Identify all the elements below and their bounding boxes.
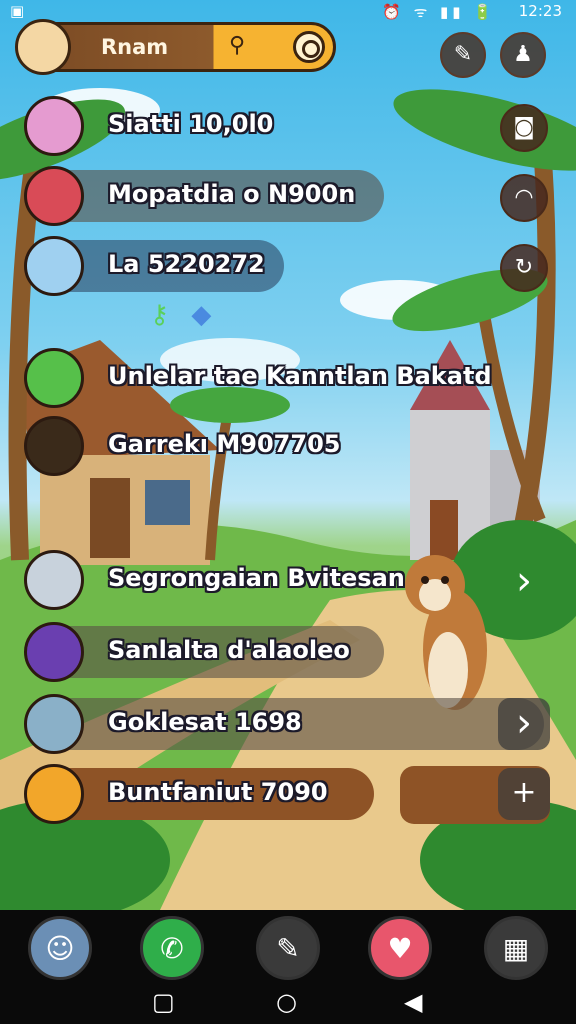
list-item[interactable]: Mopatdia o N900n [24, 166, 384, 226]
torch-icon[interactable]: ✎ [440, 32, 486, 78]
row-avatar [24, 236, 84, 296]
clock: 12:23 [518, 2, 562, 20]
list-item[interactable]: Goklesat 1698 [24, 694, 544, 754]
list-item[interactable]: Sanlalta d'alaoleo [24, 622, 384, 682]
row-avatar [24, 96, 84, 156]
row-label: Garrekı M907705 [108, 430, 341, 458]
player-name-bar[interactable]: Rnam ⚲ [15, 19, 336, 75]
pet-icon[interactable]: ♥ [368, 916, 432, 980]
chevron-right-icon[interactable]: › [498, 698, 550, 750]
row-label: Sanlalta d'alaoleo [108, 636, 350, 664]
row-label: Goklesat 1698 [108, 708, 302, 736]
player-avatar[interactable] [15, 19, 71, 75]
quest-markers: ⚷ ◆ [150, 300, 211, 330]
row-label: Segrongaian Bvitesan [108, 564, 405, 592]
plus-icon[interactable]: + [498, 768, 550, 820]
bottom-nav: ☺ ✆ ✎ ♥ ▦ ▢ ○ ◀ [0, 910, 576, 1024]
list-item[interactable]: Segrongaian Bvitesan [24, 550, 424, 610]
row-avatar [24, 550, 84, 610]
key-marker-icon: ⚷ [150, 300, 170, 330]
edit-icon[interactable]: ✎ [256, 916, 320, 980]
grid-icon[interactable]: ▦ [484, 916, 548, 980]
row-avatar [24, 694, 84, 754]
profile-icon[interactable]: ♟ [500, 32, 546, 78]
row-avatar [24, 166, 84, 226]
home-button[interactable]: ○ [276, 988, 297, 1016]
avatar-icon[interactable]: ☺ [28, 916, 92, 980]
row-label: Siatti 10,0l0 [108, 110, 274, 138]
gem-marker-icon: ◆ [191, 300, 212, 330]
ring-icon[interactable] [293, 31, 325, 63]
key-icon: ⚲ [229, 33, 246, 58]
portal-icon[interactable]: ◠ [500, 174, 548, 222]
row-label: Buntfaniut 7090 [108, 778, 328, 806]
row-avatar [24, 416, 84, 476]
row-avatar [24, 622, 84, 682]
status-bar: ▣ ⏰ ᯤ ▮▮ 🔋 12:23 [0, 0, 576, 24]
sim-icon: ▣ [10, 2, 25, 20]
back-button[interactable]: ◀ [404, 988, 422, 1016]
row-label: Unlelar tae Kanntlan Bakatd [108, 362, 492, 390]
list-item[interactable]: Siatti 10,0l0 [24, 96, 324, 156]
list-item[interactable]: La 5220272 [24, 236, 284, 296]
row-avatar [24, 348, 84, 408]
row-label: La 5220272 [108, 250, 265, 278]
status-indicators: ⏰ ᯤ ▮▮ 🔋 [382, 3, 496, 21]
row-avatar [24, 764, 84, 824]
list-item[interactable]: Buntfaniut 7090 [24, 764, 374, 824]
list-item[interactable]: Unlelar tae Kanntlan Bakatd [24, 348, 492, 408]
player-name: Rnam [101, 35, 169, 59]
chevron-right-icon[interactable]: › [498, 556, 550, 608]
camera-icon[interactable]: ◙ [500, 104, 548, 152]
phone-icon[interactable]: ✆ [140, 916, 204, 980]
recent-apps-button[interactable]: ▢ [152, 988, 175, 1016]
refresh-icon[interactable]: ↻ [500, 244, 548, 292]
row-label: Mopatdia o N900n [108, 180, 356, 208]
list-item[interactable]: Garrekı M907705 [24, 416, 340, 476]
